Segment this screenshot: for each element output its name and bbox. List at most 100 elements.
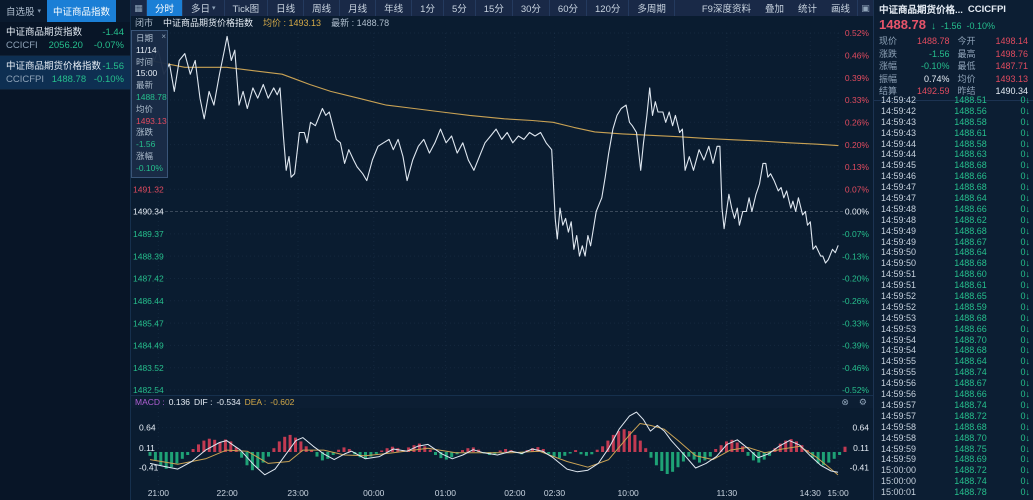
tick-time: 14:59:43 <box>881 128 933 139</box>
tick-volume: 0↓ <box>1008 204 1030 215</box>
stock-change: -1.56 <box>102 60 124 73</box>
toolbar-action-2[interactable]: 统计 <box>791 0 824 16</box>
macd-bar <box>343 447 346 452</box>
macd-axis-label-left: 0.64 <box>139 423 156 433</box>
tick-time: 14:59:45 <box>881 160 933 171</box>
period-tab-Tick图[interactable]: Tick图 <box>225 0 269 16</box>
tick-volume: 0↓ <box>1008 280 1030 291</box>
tick-time: 14:59:57 <box>881 411 933 422</box>
stat-value: 1493.13 <box>984 73 1029 86</box>
tick-time: 14:59:55 <box>881 356 933 367</box>
period-toolbar: ▦ 分时多日▾Tick图日线周线月线年线1分5分15分30分60分120分多周期… <box>131 0 873 16</box>
tick-row: 15:00:001488.720↓ <box>874 465 1033 476</box>
toolbar-action-1[interactable]: 叠加 <box>758 0 791 16</box>
tick-volume: 0↓ <box>1008 182 1030 193</box>
quote-name: 中证商品期货价格... <box>879 2 963 16</box>
macd-bar <box>208 439 211 452</box>
period-tab-分时[interactable]: 分时 <box>147 0 183 16</box>
period-tab-月线[interactable]: 月线 <box>340 0 376 16</box>
right-axis-label: -0.20% <box>842 274 869 284</box>
tick-row: 14:59:551488.640↓ <box>874 356 1033 367</box>
tick-row: 14:59:441488.580↓ <box>874 139 1033 150</box>
macd-bar <box>192 449 195 452</box>
stock-name: 中证商品期货指数 <box>6 26 82 39</box>
period-tab-年线[interactable]: 年线 <box>376 0 412 16</box>
tick-price: 1488.68 <box>933 258 1008 269</box>
tick-row: 14:59:491488.680↓ <box>874 226 1033 237</box>
watchlist-item-CCICFI[interactable]: 中证商品期货指数-1.44CCICFI2056.20-0.07% <box>0 22 130 56</box>
left-axis-label: 1487.42 <box>133 274 164 284</box>
period-tab-60分[interactable]: 60分 <box>550 0 587 16</box>
quote-stats-grid: 现价1488.78今开1498.14涨跌-1.56最高1498.76涨幅-0.1… <box>874 34 1033 101</box>
tick-price: 1488.64 <box>933 356 1008 367</box>
tick-row: 14:59:531488.680↓ <box>874 313 1033 324</box>
right-axis-label: -0.52% <box>842 385 869 395</box>
tick-time: 14:59:56 <box>881 378 933 389</box>
tick-price: 1488.72 <box>933 411 1008 422</box>
macd-indicator-chart[interactable]: 0.640.640.110.11-0.41-0.41 <box>131 408 873 487</box>
period-tab-1分[interactable]: 1分 <box>412 0 444 16</box>
tick-price: 1488.58 <box>933 117 1008 128</box>
tick-price: 1488.68 <box>933 345 1008 356</box>
tick-row: 14:59:461488.660↓ <box>874 171 1033 182</box>
tick-row: 14:59:591488.750↓ <box>874 444 1033 455</box>
macd-value: 0.136 <box>169 397 190 407</box>
tick-time: 14:59:51 <box>881 280 933 291</box>
tick-price: 1488.75 <box>933 444 1008 455</box>
tick-row: 14:59:571488.740↓ <box>874 400 1033 411</box>
tick-volume: 0↓ <box>1008 400 1030 411</box>
tick-volume: 0↓ <box>1008 454 1030 465</box>
period-tab-30分[interactable]: 30分 <box>513 0 550 16</box>
right-axis-label: -0.39% <box>842 341 869 351</box>
macd-bar <box>461 450 464 452</box>
tick-price: 1488.70 <box>933 335 1008 346</box>
macd-bar <box>175 452 178 463</box>
period-tab-15分[interactable]: 15分 <box>476 0 513 16</box>
tick-volume: 0↓ <box>1008 269 1030 280</box>
macd-bar <box>844 447 847 452</box>
tick-time: 14:59:59 <box>881 444 933 455</box>
stock-row2: CCICFI2056.20-0.07% <box>6 39 124 52</box>
tick-trade-list[interactable]: 14:59:421488.510↓14:59:421488.560↓14:59:… <box>874 95 1033 500</box>
quote-code: CCICFPI <box>968 4 1006 15</box>
period-tab-日线[interactable]: 日线 <box>268 0 304 16</box>
stat-label: 涨跌 <box>879 48 905 61</box>
tick-volume: 0↓ <box>1008 345 1030 356</box>
macd-close-icon[interactable]: ⊗ <box>841 397 849 408</box>
right-axis-label: -0.13% <box>842 251 869 261</box>
tick-volume: 0↓ <box>1008 411 1030 422</box>
time-axis-label: 11:30 <box>717 488 738 498</box>
period-tab-多日[interactable]: 多日▾ <box>183 0 225 16</box>
period-tab-120分[interactable]: 120分 <box>587 0 629 16</box>
toolbar-action-0[interactable]: F9深度资料 <box>695 0 758 16</box>
macd-bar <box>149 452 152 456</box>
macd-bar <box>714 449 717 452</box>
macd-bar <box>596 450 599 452</box>
stock-code: CCICFPI <box>6 73 44 86</box>
period-tab-多周期[interactable]: 多周期 <box>629 0 675 16</box>
watchlist-item-CCICFPI[interactable]: 中证商品期货价格指数-1.56CCICFPI1488.78-0.10% <box>0 56 130 90</box>
stock-name: 中证商品期货价格指数 <box>6 60 101 73</box>
tick-row: 14:59:541488.680↓ <box>874 345 1033 356</box>
tick-time: 15:00:00 <box>881 465 933 476</box>
tick-price: 1488.68 <box>933 313 1008 324</box>
intraday-price-chart[interactable]: 0.52%0.46%0.39%0.33%0.26%0.20%0.13%0.07%… <box>131 29 873 395</box>
tick-time: 14:59:44 <box>881 149 933 160</box>
stat-value: 0.74% <box>905 73 958 86</box>
tick-row: 14:59:531488.660↓ <box>874 324 1033 335</box>
watchlist-tab-1[interactable]: 中证商品指数 <box>47 0 116 22</box>
dif-value: -0.534 <box>216 397 240 407</box>
period-tab-5分[interactable]: 5分 <box>444 0 476 16</box>
chart-status-line: 闭市 中证商品期货价格指数 均价 : 1493.13 最新 : 1488.78 <box>131 16 873 29</box>
tick-volume: 0↓ <box>1008 247 1030 258</box>
toolbar-actions: F9深度资料叠加统计画线 <box>695 0 857 16</box>
macd-settings-icon[interactable]: ⚙ <box>859 397 867 408</box>
tooltip-close-icon[interactable]: × <box>161 31 166 43</box>
right-axis-label: -0.33% <box>842 318 869 328</box>
period-tab-周线[interactable]: 周线 <box>304 0 340 16</box>
tick-row: 14:59:481488.660↓ <box>874 204 1033 215</box>
toolbar-action-3[interactable]: 画线 <box>824 0 857 16</box>
watchlist-tab-0[interactable]: 自选股▾ <box>0 0 47 22</box>
panel-toggle-icon[interactable]: ▣ <box>857 0 873 16</box>
layout-grid-icon[interactable]: ▦ <box>131 0 147 16</box>
